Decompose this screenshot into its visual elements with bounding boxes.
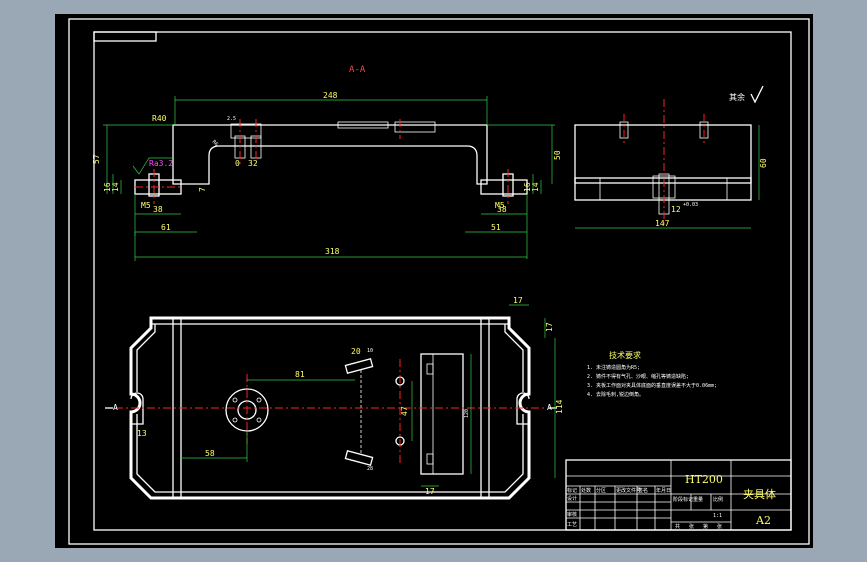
- dim-47: 47: [400, 406, 409, 416]
- sheet-number-label: 第: [703, 523, 708, 530]
- dim-16-left: 16: [103, 182, 112, 192]
- title-block: HT200 夹具体 A2 1:1 标记 设计 审核 工艺 处数 分区 更改文件号…: [565, 459, 792, 531]
- dim-12-tolerance: +0.03: [683, 202, 698, 208]
- section-mark-left: A: [113, 403, 118, 412]
- sheet-unit-label-1: 张: [689, 523, 694, 530]
- row-label-mark: 标记: [567, 487, 577, 494]
- tech-item-4: 4. 去除毛刺,锐边倒角。: [587, 391, 644, 398]
- dim-61-left: 61: [161, 223, 171, 232]
- dim-14-right: 14: [531, 182, 540, 192]
- dim-32: 32: [248, 159, 258, 168]
- dim-147: 147: [655, 219, 670, 228]
- section-view: [134, 119, 528, 204]
- dim-38-left: 38: [153, 205, 163, 214]
- side-view: 60 147 12 +0.03: [574, 99, 768, 229]
- dim-28: 28: [367, 466, 373, 472]
- tech-heading: 技术要求: [609, 350, 641, 360]
- dim-12: 12: [671, 205, 681, 214]
- slanted-slot-bottom: [344, 449, 374, 467]
- dim-r40: R40: [152, 114, 167, 123]
- tech-item-3: 3. 夹板工作面对夹具体底面的垂直度误差不大于0.06mm;: [587, 382, 717, 389]
- dim-57: 57: [92, 154, 101, 164]
- roughness-left: Ra3.2: [149, 159, 173, 168]
- dim-81: 81: [295, 370, 305, 379]
- tech-item-2: 2. 铸件不得有气孔、沙眼、缩孔等铸造缺陷;: [587, 373, 689, 380]
- weight-label: 重量: [693, 496, 703, 503]
- dim-58: 58: [205, 449, 215, 458]
- dim-120: 120: [464, 409, 470, 418]
- ratio-label: 比例: [713, 496, 723, 503]
- side-base-block: [574, 177, 752, 201]
- row-label-design: 设计: [567, 495, 577, 502]
- plan-view: A A: [105, 316, 557, 500]
- dim-0: 0: [235, 159, 240, 168]
- dim-51-right: 51: [491, 223, 501, 232]
- section-dimensions: 248 57 50 14 16 14 16 7 M5 M5 38 38 61 5…: [92, 91, 562, 261]
- row-label-review: 审核: [567, 511, 577, 518]
- drawing-viewport[interactable]: A-A 248 57 50 14 16 14 16 7 M5 M5 38 38 …: [55, 14, 813, 548]
- dim-17-right: 17: [545, 322, 554, 332]
- roughness-corner-symbol: [750, 85, 764, 104]
- material: HT200: [685, 473, 723, 486]
- col-label-zone: 分区: [596, 487, 606, 494]
- dim-38-right: 38: [497, 205, 507, 214]
- dim-60: 60: [759, 158, 768, 168]
- row-label-process: 工艺: [567, 522, 577, 528]
- m5-left: M5: [141, 201, 151, 210]
- dim-248: 248: [323, 91, 338, 100]
- clamp-pad-right: [394, 121, 436, 133]
- col-label-date: 年月日: [656, 487, 671, 494]
- slanted-slot-top: [344, 357, 374, 375]
- outer-border: [68, 18, 810, 545]
- dim-50: 50: [553, 150, 562, 160]
- dim-7: 7: [198, 187, 207, 192]
- sheet-unit-label-2: 张: [717, 523, 722, 530]
- inner-border: [93, 31, 792, 531]
- dim-2.5: 2.5: [227, 116, 236, 122]
- roughness-note: 其余: [729, 92, 745, 102]
- dim-13: 13: [137, 429, 147, 438]
- dim-20: 20: [351, 347, 361, 356]
- dim-17-top: 17: [513, 296, 523, 305]
- sheet-size: A2: [755, 514, 771, 527]
- section-label: A-A: [349, 65, 366, 75]
- sheet-total-label: 共: [675, 523, 680, 530]
- dim-16-right: 16: [523, 182, 532, 192]
- stage-label: 阶段标记: [673, 496, 693, 503]
- section-body: [172, 124, 488, 185]
- right-foot: [480, 179, 528, 195]
- drawing-canvas: A-A 248 57 50 14 16 14 16 7 M5 M5 38 38 …: [68, 18, 810, 545]
- tech-requirements: 技术要求 1. 未注铸造圆角为R5; 2. 铸件不得有气孔、沙眼、缩孔等铸造缺陷…: [587, 350, 717, 398]
- dim-114: 114: [555, 399, 564, 414]
- dim-10: 10: [367, 348, 373, 354]
- col-label-count: 处数: [581, 487, 591, 494]
- dim-17-bottom: 17: [425, 487, 435, 496]
- part-name: 夹具体: [743, 487, 776, 501]
- tech-item-1: 1. 未注铸造圆角为R5;: [587, 364, 640, 371]
- dim-14-left: 14: [111, 182, 120, 192]
- dim-318: 318: [325, 247, 340, 256]
- plan-dimensions: 17 17 114 81 58 13 20 17 47 120 28 10: [137, 296, 564, 496]
- code-box: [93, 31, 157, 42]
- scale-ratio: 1:1: [713, 513, 722, 519]
- col-label-sign: 签名: [638, 487, 648, 494]
